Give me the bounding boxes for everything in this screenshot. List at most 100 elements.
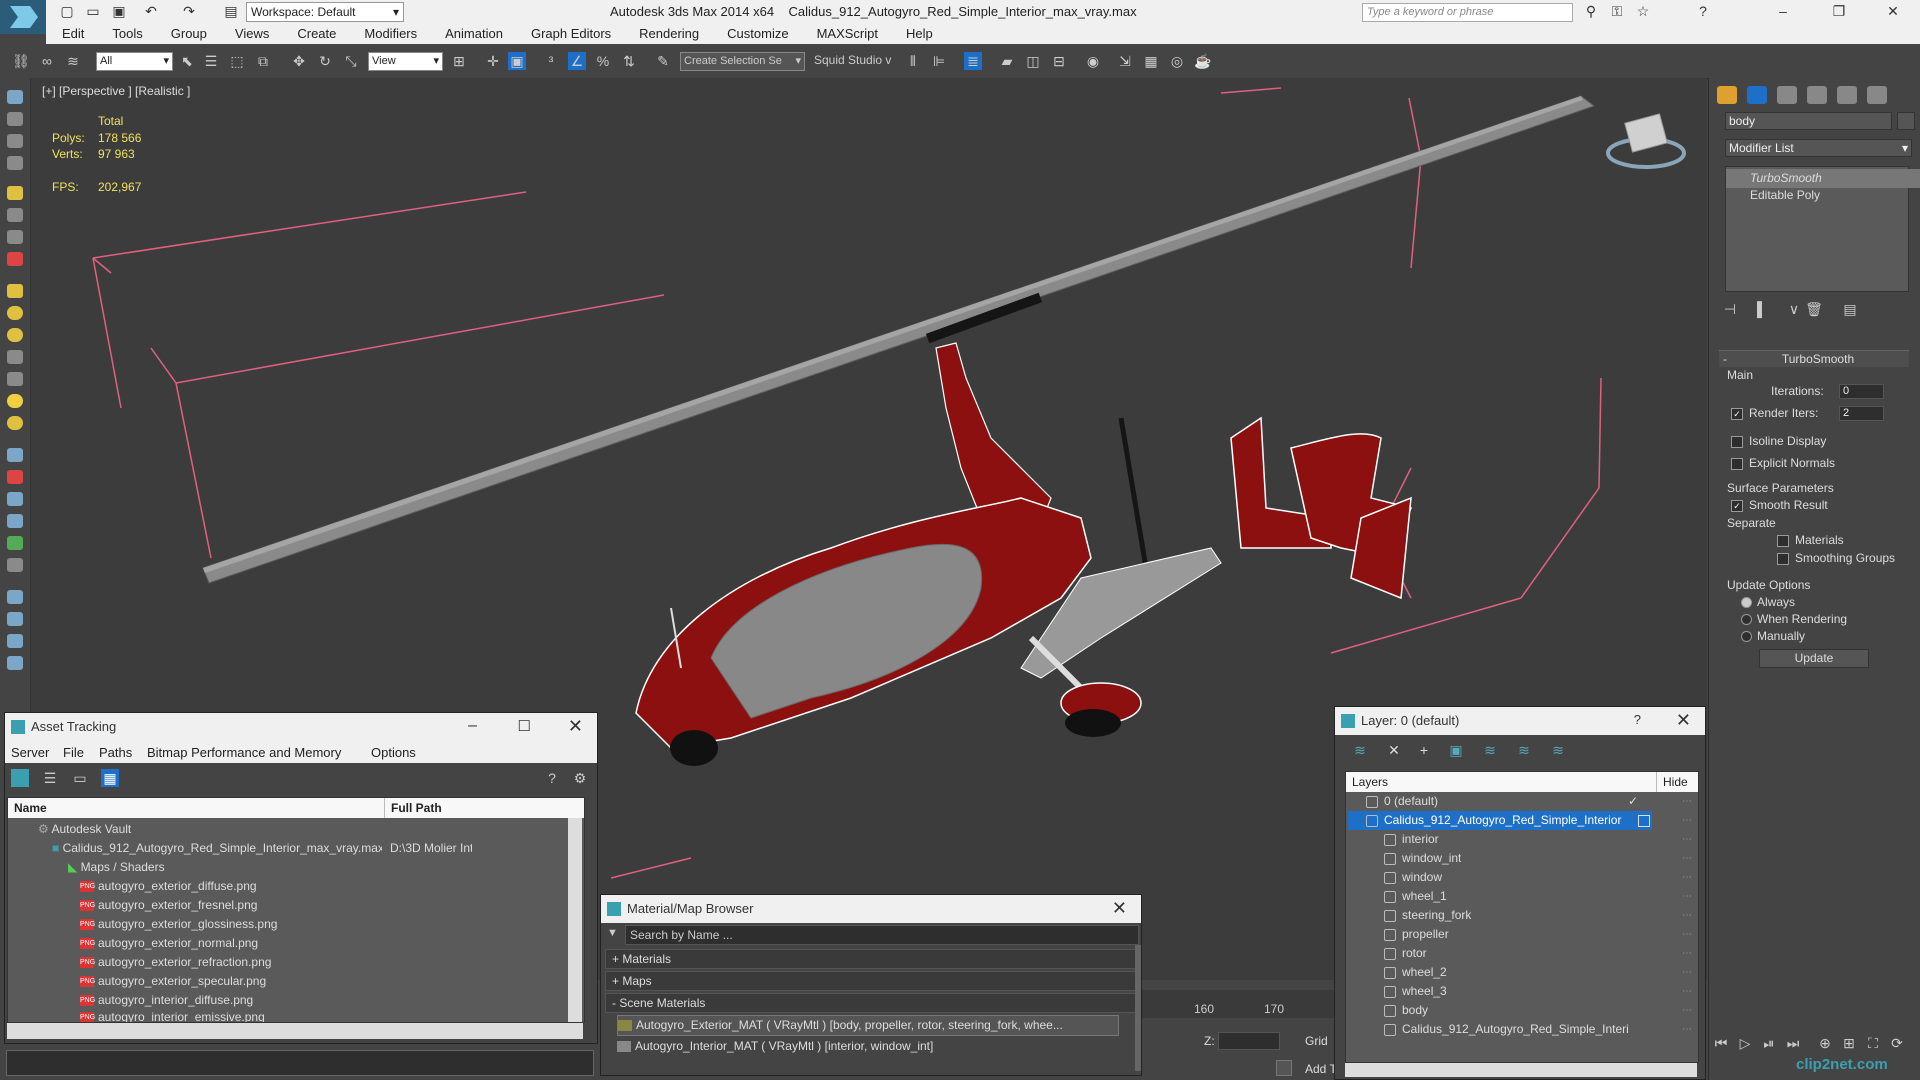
layer-object-row[interactable]: rotor [1384, 944, 1427, 963]
when-rendering-radio[interactable] [1741, 614, 1752, 625]
layer-object-row[interactable]: interior [1384, 830, 1439, 849]
layer-object-row[interactable]: wheel_3 [1384, 982, 1447, 1001]
strip-tool-7-icon[interactable] [7, 230, 23, 244]
layer-object-row[interactable]: window_int [1384, 849, 1461, 868]
strip-tool-1-icon[interactable] [7, 90, 23, 104]
strip-tool-16-icon[interactable] [7, 448, 23, 462]
render-iters-checkbox[interactable]: ✓ [1731, 408, 1743, 420]
bind-spacewarp-icon[interactable]: ≋ [64, 52, 82, 70]
strip-tool-19-icon[interactable] [7, 514, 23, 528]
strip-tool-10-icon[interactable] [7, 306, 23, 320]
delete-layer-icon[interactable]: ✕ [1385, 741, 1403, 759]
keyboard-shortcut-icon[interactable]: ▣ [508, 52, 526, 70]
menu-paths[interactable]: Paths [99, 745, 132, 760]
map-row[interactable]: PNG autogyro_exterior_glossiness.png [80, 915, 277, 934]
menu-create[interactable]: Create [283, 24, 350, 41]
materials-group[interactable]: + Materials [605, 949, 1139, 969]
strip-tool-15-icon[interactable] [7, 416, 23, 430]
map-row[interactable]: PNG autogyro_exterior_refraction.png [80, 953, 271, 972]
minimize-button[interactable]: – [468, 717, 477, 735]
scene-material-item[interactable]: Autogyro_Exterior_MAT ( VRayMtl ) [body,… [617, 1015, 1119, 1036]
map-row[interactable]: PNG autogyro_exterior_fresnel.png [80, 896, 257, 915]
maps-group[interactable]: + Maps [605, 971, 1139, 991]
next-frame-icon[interactable]: ⏯ [1760, 1034, 1778, 1052]
manipulate-icon[interactable]: ✛ [484, 52, 502, 70]
material-editor-icon[interactable]: ◉ [1084, 52, 1102, 70]
list-view-icon[interactable]: ☰ [41, 769, 59, 787]
strip-tool-18-icon[interactable] [7, 492, 23, 506]
menu-bitmap-performance[interactable]: Bitmap Performance and Memory [147, 745, 341, 760]
snaps-toggle-icon[interactable]: ³ [542, 52, 560, 70]
map-row[interactable]: PNG autogyro_exterior_specular.png [80, 972, 266, 991]
modify-tab-icon[interactable] [1747, 86, 1767, 104]
menu-animation[interactable]: Animation [431, 24, 517, 41]
manually-radio[interactable] [1741, 631, 1752, 642]
materials-checkbox[interactable] [1777, 535, 1789, 547]
pivot-icon[interactable]: ⊞ [450, 52, 468, 70]
smooth-result-checkbox[interactable]: ✓ [1731, 500, 1743, 512]
highlight-selected-icon[interactable]: ≋ [1481, 741, 1499, 759]
freeze-all-icon[interactable]: ≋ [1549, 741, 1567, 759]
strip-tool-13-icon[interactable] [7, 372, 23, 386]
strip-tool-24-icon[interactable] [7, 634, 23, 648]
strip-tool-21-icon[interactable] [7, 558, 23, 572]
column-name-header[interactable]: Name [14, 798, 47, 818]
configure-sets-icon[interactable]: ▤ [1841, 300, 1859, 318]
modifier-list-dropdown[interactable]: Modifier List ▾ [1725, 139, 1912, 157]
close-button[interactable]: ✕ [568, 716, 583, 737]
layer-row-default[interactable]: 0 (default) ✓ [1366, 792, 1686, 811]
map-row[interactable]: PNG autogyro_exterior_normal.png [80, 934, 258, 953]
layer-object-row[interactable]: propeller [1384, 925, 1449, 944]
menu-file[interactable]: File [63, 745, 84, 760]
named-selection-set-dropdown[interactable]: Create Selection Se ▾ [680, 52, 805, 71]
strip-tool-23-icon[interactable] [7, 612, 23, 626]
close-button[interactable]: ✕ [1112, 898, 1127, 919]
menu-server[interactable]: Server [11, 745, 49, 760]
refresh-icon[interactable] [11, 769, 29, 787]
hierarchy-tab-icon[interactable] [1777, 86, 1797, 104]
layer-object-row[interactable]: wheel_2 [1384, 963, 1447, 982]
strip-tool-5-icon[interactable] [7, 186, 23, 200]
window-crossing-icon[interactable]: ⧉ [254, 52, 272, 70]
layer-object-row[interactable]: window [1384, 868, 1442, 887]
reference-coordinate-dropdown[interactable]: View ▾ [368, 52, 443, 71]
open-file-icon[interactable]: ▭ [80, 2, 106, 20]
menu-graph-editors[interactable]: Graph Editors [517, 24, 625, 41]
menu-edit[interactable]: Edit [46, 24, 98, 41]
project-folder-icon[interactable]: ▤ [218, 2, 244, 20]
strip-tool-3-icon[interactable] [7, 134, 23, 148]
hide-column-header[interactable]: Hide [1656, 772, 1688, 792]
move-icon[interactable]: ✥ [290, 52, 308, 70]
material-browser-scrollbar[interactable] [1135, 945, 1141, 1071]
close-button[interactable]: ✕ [1880, 2, 1906, 20]
squid-studio-label[interactable]: Squid Studio v [814, 53, 891, 67]
update-button[interactable]: Update [1759, 649, 1869, 668]
strip-tool-9-icon[interactable] [7, 284, 23, 298]
select-by-name-icon[interactable]: ☰ [202, 52, 220, 70]
strip-tool-12-icon[interactable] [7, 350, 23, 364]
menu-maxscript[interactable]: MAXScript [803, 24, 892, 41]
strip-tool-2-icon[interactable] [7, 112, 23, 126]
new-file-icon[interactable]: ▢ [54, 2, 80, 20]
star-icon[interactable]: ☆ [1630, 2, 1656, 20]
spinner-snap-icon[interactable]: ⇅ [620, 52, 638, 70]
strip-tool-25-icon[interactable] [7, 656, 23, 670]
material-search-input[interactable]: Search by Name ... [625, 925, 1139, 945]
strip-tool-17-icon[interactable] [7, 470, 23, 484]
strip-tool-4-icon[interactable] [7, 156, 23, 170]
smoothing-groups-checkbox[interactable] [1777, 553, 1789, 565]
save-icon[interactable]: ▣ [106, 2, 132, 20]
asset-tree-vertical-scrollbar[interactable] [568, 818, 582, 1022]
curve-editor-icon[interactable]: ◫ [1024, 52, 1042, 70]
explicit-normals-checkbox[interactable] [1731, 458, 1743, 470]
remove-modifier-icon[interactable]: 🗑 [1805, 300, 1823, 318]
asset-tracking-titlebar[interactable]: Asset Tracking – ☐ ✕ [5, 713, 597, 741]
column-path-header[interactable]: Full Path [384, 798, 442, 818]
select-layer-objects-icon[interactable]: ▣ [1447, 741, 1465, 759]
settings-icon[interactable]: ⚙ [571, 769, 589, 787]
mirror-icon[interactable]: ⫴ [904, 52, 922, 70]
layer-object-row[interactable]: steering_fork [1384, 906, 1471, 925]
schematic-view-icon[interactable]: ⊟ [1050, 52, 1068, 70]
binoculars-icon[interactable]: ⚲ [1578, 2, 1604, 20]
strip-tool-11-icon[interactable] [7, 328, 23, 342]
